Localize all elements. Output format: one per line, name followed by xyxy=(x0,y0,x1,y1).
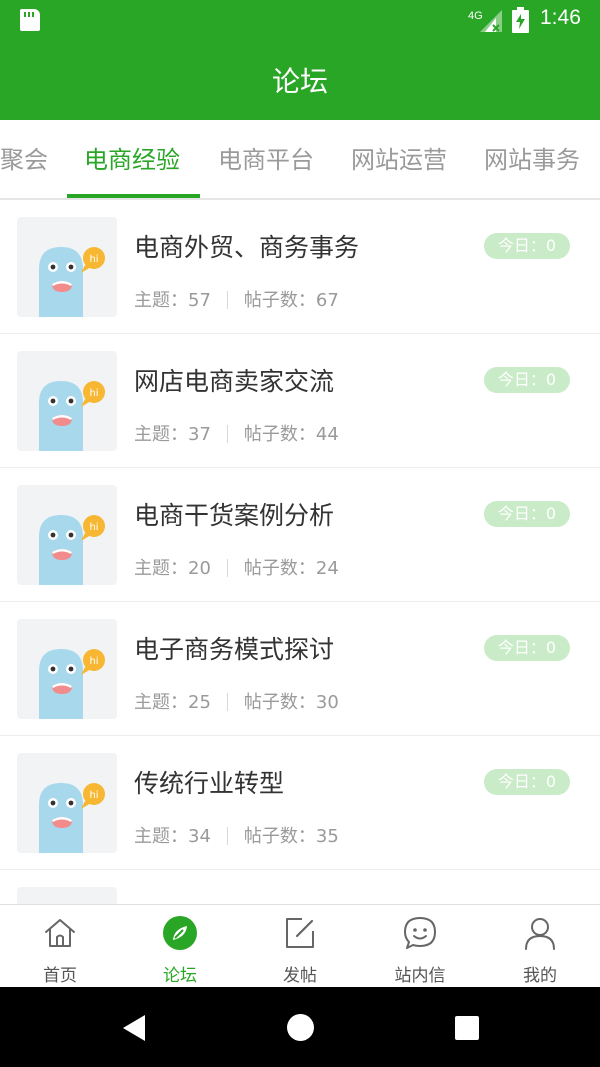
forum-row[interactable]: hi 网店电商卖家交流 主题：37 帖子数：44 今日：0 xyxy=(0,334,600,468)
nav-profile[interactable]: 我的 xyxy=(480,905,600,988)
posts-count: 35 xyxy=(315,826,339,847)
forum-avatar: hi xyxy=(17,351,117,451)
mascot-icon: hi xyxy=(39,247,105,317)
topics-label: 主题： xyxy=(134,558,188,579)
nav-compose-label: 发帖 xyxy=(283,966,317,986)
stat-divider xyxy=(226,693,228,711)
forum-row[interactable]: hi 电商外贸、商务事务 主题：57 帖子数：67 今日：0 xyxy=(0,200,600,334)
forum-stats: 主题：25 帖子数：30 xyxy=(134,688,339,714)
forum-row[interactable]: hi 电子商务模式探讨 主题：25 帖子数：30 今日：0 xyxy=(0,602,600,736)
posts-count: 30 xyxy=(315,692,339,713)
tab-ecommerce-platform[interactable]: 电商平台 xyxy=(218,120,314,198)
posts-label: 帖子数： xyxy=(243,692,316,713)
home-icon xyxy=(45,919,75,947)
tab-site-operations[interactable]: 网站运营 xyxy=(351,120,447,198)
battery-icon xyxy=(512,7,529,33)
mascot-icon: hi xyxy=(39,649,105,719)
posts-label: 帖子数： xyxy=(243,826,316,847)
forum-avatar: hi xyxy=(17,485,117,585)
posts-count: 67 xyxy=(315,290,339,311)
compass-icon xyxy=(163,916,197,950)
mascot-icon: hi xyxy=(39,381,105,451)
topics-count: 34 xyxy=(188,826,211,847)
chat-smile-icon xyxy=(404,917,436,949)
profile-icon xyxy=(525,918,555,950)
today-count-badge: 今日：0 xyxy=(484,501,570,527)
compose-icon xyxy=(286,918,314,948)
forum-row[interactable]: hi 电商干货案例分析 主题：20 帖子数：24 今日：0 xyxy=(0,468,600,602)
posts-label: 帖子数： xyxy=(243,424,316,445)
signal-icon: 4G xyxy=(468,10,502,32)
clock: 1:46 xyxy=(540,6,581,29)
mascot-icon: hi xyxy=(39,783,105,853)
forum-list: hi 电商外贸、商务事务 主题：57 帖子数：67 今日：0 hi 网店电商卖家交… xyxy=(0,200,600,904)
svg-text:hi: hi xyxy=(89,790,98,801)
active-tab-indicator xyxy=(67,194,200,198)
back-icon[interactable] xyxy=(121,1014,147,1042)
nav-forum[interactable]: 论坛 xyxy=(120,905,240,988)
forum-title: 电商干货案例分析 xyxy=(134,501,335,530)
forum-avatar: hi xyxy=(17,619,117,719)
forum-row-partial[interactable] xyxy=(0,870,600,904)
tab-gathering[interactable]: 聚会 xyxy=(0,120,48,198)
page-title: 论坛 xyxy=(271,65,328,98)
svg-text:hi: hi xyxy=(89,388,98,399)
recent-apps-icon[interactable] xyxy=(455,1016,479,1040)
svg-text:4G: 4G xyxy=(468,10,483,22)
home-button-icon[interactable] xyxy=(287,1014,314,1041)
posts-count: 24 xyxy=(315,558,339,579)
nav-messages[interactable]: 站内信 xyxy=(360,905,480,988)
forum-title: 传统行业转型 xyxy=(134,769,285,798)
app-bar: 论坛 xyxy=(0,40,600,120)
forum-stats: 主题：37 帖子数：44 xyxy=(134,420,339,446)
topics-label: 主题： xyxy=(134,826,188,847)
category-tabs: 聚会 电商经验 电商平台 网站运营 网站事务 xyxy=(0,120,600,200)
bottom-nav: 首页 论坛 发帖 站内信 我的 xyxy=(0,904,600,987)
sd-card-icon xyxy=(20,9,40,31)
nav-home[interactable]: 首页 xyxy=(0,905,120,988)
forum-title: 电商外贸、商务事务 xyxy=(134,233,360,262)
forum-stats: 主题：34 帖子数：35 xyxy=(134,822,339,848)
stat-divider xyxy=(226,559,228,577)
today-count-badge: 今日：0 xyxy=(484,233,570,259)
forum-avatar: hi xyxy=(17,217,117,317)
svg-text:hi: hi xyxy=(89,656,98,667)
topics-label: 主题： xyxy=(134,290,188,311)
today-count-badge: 今日：0 xyxy=(484,367,570,393)
tab-ecommerce-experience[interactable]: 电商经验 xyxy=(84,120,180,198)
forum-stats: 主题：20 帖子数：24 xyxy=(134,554,339,580)
system-nav-bar xyxy=(0,987,600,1067)
topics-count: 25 xyxy=(188,692,211,713)
nav-home-label: 首页 xyxy=(43,966,77,986)
posts-label: 帖子数： xyxy=(243,290,316,311)
status-bar: 4G 1:46 xyxy=(0,0,600,40)
forum-avatar: hi xyxy=(17,753,117,853)
forum-stats: 主题：57 帖子数：67 xyxy=(134,286,339,312)
tab-site-affairs[interactable]: 网站事务 xyxy=(484,120,580,198)
today-count-badge: 今日：0 xyxy=(484,635,570,661)
forum-title: 网店电商卖家交流 xyxy=(134,367,335,396)
topics-count: 20 xyxy=(188,558,211,579)
posts-label: 帖子数： xyxy=(243,558,316,579)
nav-compose[interactable]: 发帖 xyxy=(240,905,360,988)
topics-count: 37 xyxy=(188,424,211,445)
forum-row[interactable]: hi 传统行业转型 主题：34 帖子数：35 今日：0 xyxy=(0,736,600,870)
stat-divider xyxy=(226,291,228,309)
stat-divider xyxy=(226,425,228,443)
today-count-badge: 今日：0 xyxy=(484,769,570,795)
svg-text:hi: hi xyxy=(89,522,98,533)
topics-label: 主题： xyxy=(134,692,188,713)
topics-count: 57 xyxy=(188,290,211,311)
nav-messages-label: 站内信 xyxy=(394,966,446,986)
forum-avatar xyxy=(17,887,117,904)
svg-text:hi: hi xyxy=(89,254,98,265)
mascot-icon: hi xyxy=(39,515,105,585)
posts-count: 44 xyxy=(315,424,339,445)
stat-divider xyxy=(226,827,228,845)
nav-profile-label: 我的 xyxy=(523,966,557,986)
nav-forum-label: 论坛 xyxy=(163,966,197,986)
topics-label: 主题： xyxy=(134,424,188,445)
forum-title: 电子商务模式探讨 xyxy=(134,635,335,664)
